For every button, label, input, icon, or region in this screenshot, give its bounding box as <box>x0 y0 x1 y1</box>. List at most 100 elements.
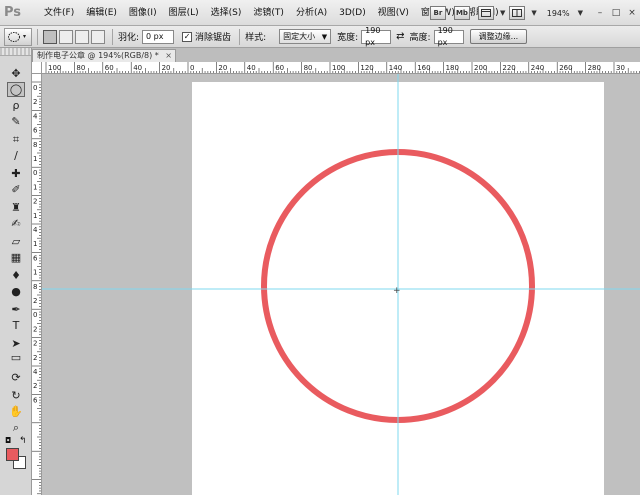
ruler-label: 6 <box>33 396 38 404</box>
menu-select[interactable]: 选择(S) <box>205 0 248 26</box>
separator <box>37 28 38 45</box>
lasso-icon[interactable]: ρ <box>7 98 25 113</box>
feather-input[interactable]: 0 px <box>142 29 175 44</box>
menu-layer[interactable]: 图层(L) <box>163 0 205 26</box>
history-brush-icon[interactable]: ✍ <box>7 216 25 231</box>
feather-label: 羽化: <box>118 33 140 43</box>
minimize-button[interactable]: – <box>595 8 605 18</box>
ruler-label: 200 <box>474 64 487 72</box>
path-selection-icon[interactable]: ➤ <box>7 336 25 351</box>
elliptical-marquee-icon[interactable]: ◯ <box>7 82 25 97</box>
ruler-label: 6 <box>33 254 38 262</box>
ruler-label: 2 <box>33 98 37 106</box>
pen-icon[interactable]: ✒ <box>7 302 25 317</box>
ruler-label: 100 <box>48 64 61 72</box>
new-selection-button[interactable] <box>43 29 57 44</box>
ruler-label: 260 <box>559 64 572 72</box>
menu-filter[interactable]: 滤镜(T) <box>247 0 290 26</box>
document-workspace[interactable]: + <box>42 74 640 495</box>
horizontal-ruler-ticks: 100 80 60 40 20 0 20 40 60 80 100 120 140 160 180 200 22… <box>45 62 640 73</box>
3d-orbit-icon[interactable]: ↻ <box>7 388 25 403</box>
rectangle-icon[interactable]: ▭ <box>7 350 25 365</box>
bridge-button[interactable]: Br <box>429 6 446 20</box>
mini-bridge-button[interactable]: Mb <box>453 6 470 20</box>
brush-icon[interactable]: ✐ <box>7 182 25 197</box>
zoom-level[interactable]: 194% <box>547 9 570 18</box>
ruler-label: 60 <box>105 64 114 72</box>
hand-icon[interactable]: ✋ <box>7 404 25 419</box>
ruler-origin[interactable] <box>32 62 42 74</box>
clone-stamp-icon[interactable]: ♜ <box>7 200 25 215</box>
vertical-ruler-ticks: 02468101214161820222426 <box>32 81 41 495</box>
ruler-label: 140 <box>389 64 402 72</box>
menu-image[interactable]: 图像(I) <box>123 0 163 26</box>
ruler-label: 160 <box>417 64 430 72</box>
menu-analysis[interactable]: 分析(A) <box>290 0 333 26</box>
ruler-label: 0 <box>33 169 37 177</box>
quick-selection-icon[interactable]: ✎ <box>7 114 25 129</box>
maximize-button[interactable]: □ <box>611 8 621 18</box>
toolbox-grip[interactable] <box>0 48 31 56</box>
dodge-icon[interactable]: ● <box>7 284 25 299</box>
width-label: 宽度: <box>337 33 359 43</box>
refine-edge-button[interactable]: 调整边缘... <box>469 29 528 44</box>
canvas-overlay: + <box>42 74 640 495</box>
ruler-label: 2 <box>33 382 37 390</box>
style-label: 样式: <box>245 33 267 43</box>
antialias-label: 消除锯齿 <box>195 33 232 43</box>
ruler-label: 40 <box>247 64 256 72</box>
ruler-label: 8 <box>33 283 37 291</box>
vertical-ruler[interactable]: 02468101214161820222426 <box>32 74 42 495</box>
menu-3d[interactable]: 3D(D) <box>333 0 372 26</box>
crop-icon[interactable]: ⌗ <box>7 132 25 147</box>
ruler-label: 240 <box>531 64 544 72</box>
chevron-down-icon[interactable]: ▼ <box>500 9 505 17</box>
menu-edit[interactable]: 编辑(E) <box>80 0 123 26</box>
horizontal-ruler[interactable]: 100 80 60 40 20 0 20 40 60 80 100 120 140 160 180 200 22… <box>42 62 640 74</box>
default-colors-icon[interactable]: ◘ <box>5 436 11 445</box>
ruler-label: 1 <box>33 269 37 277</box>
subtract-from-selection-button[interactable] <box>75 29 89 44</box>
document-tab[interactable]: 制作电子公章 @ 194%(RGB/8) * × <box>32 49 176 62</box>
chevron-down-icon[interactable]: ▼ <box>578 9 583 17</box>
antialias-checkbox[interactable]: ✓ <box>182 31 193 42</box>
menu-bar: Ps 文件(F) 编辑(E) 图像(I) 图层(L) 选择(S) 滤镜(T) 分… <box>0 0 640 26</box>
arrange-documents-button[interactable] <box>509 6 526 20</box>
style-select[interactable]: 固定大小 ▼ <box>279 29 332 44</box>
view-extras-button[interactable] <box>477 6 494 20</box>
eraser-icon[interactable]: ▱ <box>7 234 25 249</box>
close-button[interactable]: × <box>627 8 637 18</box>
options-bar: 羽化: 0 px ✓ 消除锯齿 样式: 固定大小 ▼ 宽度: 190 px ⇄ … <box>0 26 640 48</box>
swap-dimensions-icon[interactable]: ⇄ <box>396 31 404 42</box>
foreground-color-swatch[interactable] <box>6 448 19 461</box>
selection-center-marker: + <box>393 286 401 296</box>
type-icon[interactable]: T <box>7 318 25 333</box>
menu-view[interactable]: 视图(V) <box>372 0 415 26</box>
grid-icon <box>480 9 491 17</box>
document-title: 制作电子公章 @ 194%(RGB/8) * <box>37 51 159 60</box>
spot-healing-icon[interactable]: ✚ <box>7 166 25 181</box>
height-input[interactable]: 190 px <box>433 26 464 47</box>
ruler-label: 20 <box>162 64 171 72</box>
tool-preset-picker[interactable] <box>4 27 32 46</box>
ruler-label: 280 <box>588 64 601 72</box>
width-input[interactable]: 190 px <box>361 26 392 47</box>
ruler-label: 1 <box>33 155 37 163</box>
3d-rotate-icon[interactable]: ⟳ <box>7 370 25 385</box>
ruler-label: 1 <box>33 212 37 220</box>
add-to-selection-button[interactable] <box>59 29 73 44</box>
ruler-label: 220 <box>502 64 515 72</box>
ruler-label: 4 <box>33 112 38 120</box>
gradient-icon[interactable]: ▦ <box>7 250 25 265</box>
swap-colors-icon[interactable]: ↰ <box>19 436 27 446</box>
move-icon[interactable]: ✥ <box>7 66 25 81</box>
zoom-icon[interactable]: ⌕ <box>7 420 25 435</box>
blur-icon[interactable]: ♦ <box>7 268 25 283</box>
ruler-label: 80 <box>76 64 85 72</box>
menu-file[interactable]: 文件(F) <box>38 0 80 26</box>
ruler-label: 0 <box>33 311 37 319</box>
chevron-down-icon[interactable]: ▼ <box>531 9 536 17</box>
close-icon[interactable]: × <box>165 50 172 61</box>
intersect-selection-button[interactable] <box>91 29 105 44</box>
eyedropper-icon[interactable]: ∕ <box>7 148 25 163</box>
